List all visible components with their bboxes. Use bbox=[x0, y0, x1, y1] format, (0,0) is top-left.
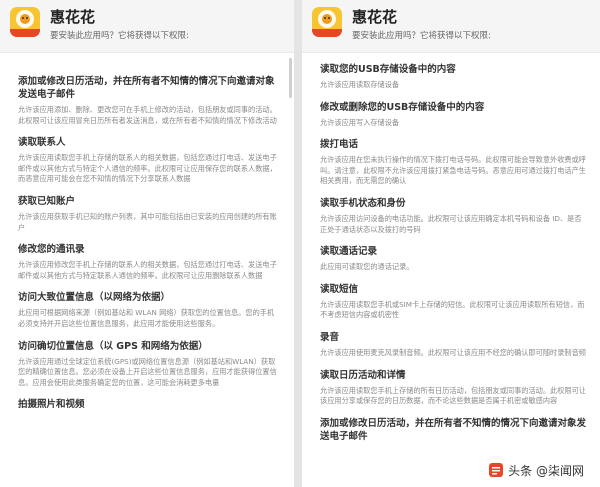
app-header-left: 惠花花 要安装此应用吗？它将获得以下权限: bbox=[0, 0, 294, 53]
permission-description: 此应用可根据网络来源（例如基站和 WLAN 网络）获取您的位置信息。您的手机必须… bbox=[18, 308, 275, 328]
permission-description: 此应用可读取您的通话记录。 bbox=[320, 262, 414, 272]
permission-description: 允许该应用在您未执行操作的情况下拨打电话号码。此权限可能会导致意外收费或呼叫。请… bbox=[320, 155, 586, 186]
permission-title: 访问确切位置信息（以 GPS 和网络为依据） bbox=[18, 340, 208, 352]
install-prompt: 要安装此应用吗？它将获得以下权限: bbox=[352, 31, 491, 41]
permission-item: 获取已知账户允许该应用获取手机已知的账户列表，其中可能包括由已安装的应用创建的所… bbox=[18, 195, 280, 233]
permission-panel-right: 惠花花 要安装此应用吗？它将获得以下权限: 读取您的USB存储设备中的内容 允许该… bbox=[302, 0, 600, 487]
permission-description: 允许该应用读取存储设备 bbox=[320, 80, 400, 89]
app-icon bbox=[10, 7, 40, 37]
permission-item: 访问确切位置信息（以 GPS 和网络为依据） 允许该应用通过全球定位系统(GPS)… bbox=[18, 340, 280, 389]
permission-panel-left: 惠花花 要安装此应用吗？它将获得以下权限: 添加或修改日历活动，并在所有者不知情… bbox=[0, 0, 294, 487]
permission-title: 读取日历活动和详情 bbox=[320, 369, 406, 381]
permission-item: 访问大致位置信息（以网络为依据） 此应用可根据网络来源（例如基站和 WLAN 网络… bbox=[18, 291, 280, 329]
permission-item: 录音允许该应用使用麦克风录制音频。此权限可让该应用不经您的确认即可随时录制音频 bbox=[320, 331, 586, 359]
permission-item: 读取您的USB存储设备中的内容 允许该应用读取存储设备 bbox=[320, 63, 586, 91]
permission-title: 读取联系人 bbox=[18, 137, 66, 149]
permission-title: 读取手机状态和身份 bbox=[320, 197, 406, 209]
permission-description: 允许该应用使用麦克风录制音频。此权限可让该应用不经您的确认即可随时录制音频 bbox=[320, 347, 586, 357]
install-prompt: 要安装此应用吗？它将获得以下权限: bbox=[50, 31, 189, 41]
permission-item: 读取手机状态和身份允许该应用访问设备的电话功能。此权限可让该应用确定本机号码和设… bbox=[320, 197, 586, 235]
permission-list-left[interactable]: 添加或修改日历活动，并在所有者不知情的情况下向邀请对象发送电子邮件允许该应用添加… bbox=[0, 53, 294, 411]
permission-title: 录音 bbox=[320, 331, 340, 343]
permission-item: 修改您的通讯录允许该应用修改您手机上存储的联系人的相关数据，包括您通过打电话、发… bbox=[18, 243, 280, 281]
permission-item: 读取短信允许该应用读取您手机或SIM卡上存储的短信。此权限可让该应用读取所有短信… bbox=[320, 283, 586, 321]
permission-item: 添加或修改日历活动，并在所有者不知情的情况下向邀请对象发送电子邮件 bbox=[320, 417, 586, 443]
permission-title: 获取已知账户 bbox=[18, 195, 76, 207]
permission-item: 修改或删除您的USB存储设备中的内容 允许该应用写入存储设备 bbox=[320, 101, 586, 129]
permission-description: 允许该应用访问设备的电话功能。此权限可让该应用确定本机号码和设备 ID、是否正处… bbox=[320, 213, 582, 234]
permission-title: 添加或修改日历活动，并在所有者不知情的情况下向邀请对象发送电子邮件 bbox=[18, 76, 275, 100]
permission-description: 允许该应用读取您手机上存储的联系人的相关数据，包括您通过打电话、发送电子邮件或以… bbox=[18, 153, 277, 184]
permission-title: 添加或修改日历活动，并在所有者不知情的情况下向邀请对象发送电子邮件 bbox=[320, 417, 587, 442]
permission-title: 修改或删除您的USB存储设备中的内容 bbox=[320, 101, 485, 113]
permission-title: 拍摄照片和视频 bbox=[18, 399, 85, 411]
permission-item: 拍摄照片和视频 bbox=[18, 398, 280, 411]
permission-title: 访问大致位置信息（以网络为依据） bbox=[18, 292, 171, 304]
app-name: 惠花花 bbox=[50, 8, 96, 26]
app-header-right: 惠花花 要安装此应用吗？它将获得以下权限: bbox=[302, 0, 600, 53]
permission-item: 拨打电话允许该应用在您未执行操作的情况下拨打电话号码。此权限可能会导致意外收费或… bbox=[320, 138, 586, 187]
app-icon bbox=[312, 7, 342, 37]
permission-item: 读取联系人允许该应用读取您手机上存储的联系人的相关数据，包括您通过打电话、发送电… bbox=[18, 136, 280, 185]
permission-description: 允许该应用修改您手机上存储的联系人的相关数据，包括您通过打电话、发送电子邮件或以… bbox=[18, 260, 277, 280]
watermark: 头条 @柒闻网 bbox=[484, 459, 588, 481]
permission-list-right[interactable]: 读取您的USB存储设备中的内容 允许该应用读取存储设备 修改或删除您的USB存储设备… bbox=[302, 53, 600, 443]
permission-item: 读取日历活动和详情允许该应用读取您手机上存储的所有日历活动，包括朋友或同事的活动… bbox=[320, 369, 586, 407]
permission-title: 修改您的通讯录 bbox=[18, 244, 85, 256]
permission-description: 允许该应用通过全球定位系统(GPS)或网络位置信息源（例如基站和WLAN）获取您… bbox=[18, 356, 277, 387]
permission-title: 拨打电话 bbox=[320, 139, 359, 151]
permission-description: 允许该应用读取您手机或SIM卡上存储的短信。此权限可让该应用读取所有短信，而不考… bbox=[320, 299, 585, 320]
permission-description: 允许该应用获取手机已知的账户列表，其中可能包括由已安装的应用创建的所有账户 bbox=[18, 211, 277, 232]
permission-title: 读取通话记录 bbox=[320, 246, 378, 258]
scrollbar[interactable] bbox=[289, 58, 292, 98]
app-name: 惠花花 bbox=[352, 8, 398, 26]
permission-title: 读取您的USB存储设备中的内容 bbox=[320, 64, 456, 75]
permission-title: 读取短信 bbox=[320, 283, 359, 295]
permission-description: 允许该应用读取您手机上存储的所有日历活动，包括朋友或同事的活动。此权限可让该应用… bbox=[320, 385, 586, 406]
permission-item: 添加或修改日历活动，并在所有者不知情的情况下向邀请对象发送电子邮件允许该应用添加… bbox=[18, 75, 280, 126]
permission-description: 允许该应用写入存储设备 bbox=[320, 117, 400, 127]
permission-item: 读取通话记录此应用可读取您的通话记录。 bbox=[320, 245, 586, 273]
permission-description: 允许该应用添加、删除、更改您可在手机上修改的活动，包括朋友或同事的活动。此权限可… bbox=[18, 105, 277, 125]
toutiao-logo-icon bbox=[489, 463, 504, 477]
watermark-text: 头条 @柒闻网 bbox=[508, 463, 584, 478]
